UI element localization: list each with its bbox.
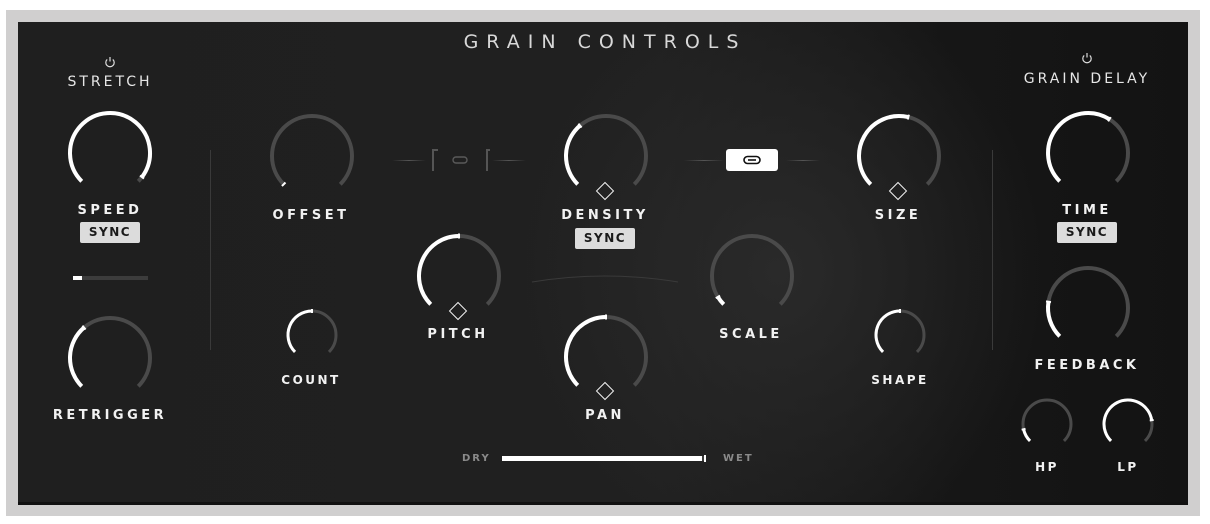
time-knob[interactable] xyxy=(1044,110,1132,190)
panel-title: GRAIN CONTROLS xyxy=(463,31,747,53)
lp-label: LP xyxy=(1117,460,1139,474)
link-line xyxy=(684,160,724,161)
center-arc-decoration xyxy=(531,275,679,283)
link-icon xyxy=(743,155,761,165)
drywet-slider[interactable] xyxy=(502,455,706,462)
speed-slider-fill xyxy=(73,276,82,280)
speed-label: SPEED xyxy=(77,203,143,218)
feedback-label: FEEDBACK xyxy=(1034,358,1140,373)
knob-indicator xyxy=(1021,427,1026,431)
link-line xyxy=(492,160,526,161)
link-line xyxy=(786,160,820,161)
shape-label: SHAPE xyxy=(871,373,929,387)
knob-value-arc xyxy=(1046,111,1111,183)
knob-value-arc xyxy=(857,114,909,186)
knob-value-arc xyxy=(417,234,460,306)
knob-value-arc xyxy=(1102,398,1154,443)
feedback-knob[interactable] xyxy=(1044,265,1132,345)
grain-controls-panel xyxy=(18,22,1188,505)
knob-value-arc xyxy=(286,309,313,354)
time-label: TIME xyxy=(1062,203,1112,218)
drywet-handle[interactable] xyxy=(704,455,706,462)
scale-knob[interactable] xyxy=(708,233,796,313)
dry-label: DRY xyxy=(462,453,491,464)
speed-sync-button[interactable]: SYNC xyxy=(80,222,140,243)
knob-value-arc xyxy=(1022,428,1032,443)
pitch-label: PITCH xyxy=(427,327,489,342)
lp-knob[interactable] xyxy=(1101,397,1155,447)
size-label: SIZE xyxy=(874,208,922,223)
time-sync-button[interactable]: SYNC xyxy=(1057,222,1117,243)
knob-value-arc xyxy=(564,315,607,387)
knob-indicator xyxy=(906,114,910,120)
knob-track xyxy=(270,113,354,186)
link-density-size-button[interactable] xyxy=(726,149,778,171)
retrigger-label: RETRIGGER xyxy=(52,408,168,423)
knob-value-arc xyxy=(564,124,582,186)
knob-value-arc xyxy=(874,309,901,354)
knob-indicator xyxy=(1045,300,1052,304)
section-divider-left xyxy=(210,150,211,350)
count-knob[interactable] xyxy=(285,308,339,358)
drywet-fill xyxy=(502,456,702,461)
offset-label: OFFSET xyxy=(272,208,350,223)
knob-value-arc xyxy=(1046,301,1062,338)
hp-label: HP xyxy=(1035,460,1059,474)
density-knob[interactable] xyxy=(562,113,650,193)
speed-knob[interactable] xyxy=(66,110,154,190)
speed-slider[interactable] xyxy=(73,276,148,280)
density-sync-button[interactable]: SYNC xyxy=(575,228,635,249)
grain-delay-power-icon[interactable] xyxy=(1081,52,1093,64)
retrigger-knob[interactable] xyxy=(66,315,154,395)
stretch-title: STRETCH xyxy=(67,74,153,90)
pan-label: PAN xyxy=(585,408,625,423)
count-label: COUNT xyxy=(281,373,341,387)
pitch-knob[interactable] xyxy=(415,233,503,313)
link-icon xyxy=(452,156,468,164)
shape-knob[interactable] xyxy=(873,308,927,358)
knob-value-arc xyxy=(68,326,86,388)
stretch-power-icon[interactable] xyxy=(104,56,116,68)
knob-value-arc xyxy=(68,111,153,183)
knob-track xyxy=(1021,398,1073,443)
knob-value-arc xyxy=(716,295,726,306)
hp-knob[interactable] xyxy=(1020,397,1074,447)
section-divider-right xyxy=(992,150,993,350)
offset-knob[interactable] xyxy=(268,113,356,193)
link-line xyxy=(392,160,426,161)
knob-indicator xyxy=(1149,418,1154,422)
knob-track xyxy=(1046,265,1130,338)
grain-delay-title: GRAIN DELAY xyxy=(1023,71,1151,87)
scale-label: SCALE xyxy=(719,327,783,342)
density-label: DENSITY xyxy=(561,208,649,223)
size-knob[interactable] xyxy=(855,113,943,193)
link-offset-density-button[interactable] xyxy=(432,149,490,171)
knob-track xyxy=(710,233,794,306)
wet-label: WET xyxy=(723,453,754,464)
